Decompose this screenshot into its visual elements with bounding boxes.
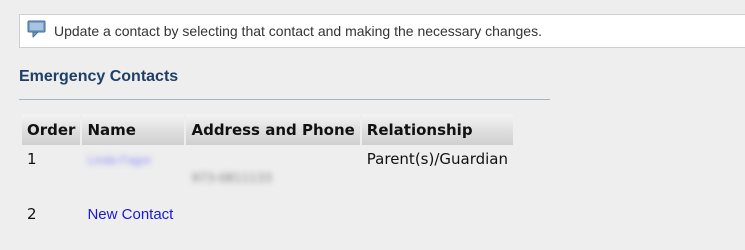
column-header-address-phone: Address and Phone (186, 114, 360, 145)
column-header-name: Name (82, 114, 185, 145)
column-header-order: Order (22, 114, 81, 145)
contact-name-link[interactable]: Linda Fagor (87, 153, 151, 167)
relationship-cell (362, 200, 513, 232)
info-banner: Update a contact by selecting that conta… (19, 14, 745, 48)
table-header-row: Order Name Address and Phone Relationshi… (22, 114, 514, 145)
column-header-relationship: Relationship (361, 114, 514, 145)
section-title: Emergency Contacts (19, 68, 179, 85)
name-cell: New Contact (82, 200, 184, 232)
address-phone-cell (186, 200, 359, 232)
order-cell: 1 (27, 150, 37, 168)
comment-icon (27, 20, 47, 38)
address-phone-cell: 973-0811133 (186, 145, 359, 200)
section-divider (19, 99, 550, 100)
table-row: 2 New Contact (22, 200, 513, 232)
table-row: 1 Linda Fagor 973-0811133 Parent(s)/Guar… (22, 145, 513, 200)
order-cell: 2 (27, 205, 37, 223)
phone-number: 973-0811133 (191, 171, 273, 185)
info-message: Update a contact by selecting that conta… (54, 23, 542, 39)
emergency-contacts-table: Order Name Address and Phone Relationshi… (20, 114, 515, 232)
relationship-cell: Parent(s)/Guardian (366, 150, 509, 168)
name-cell: Linda Fagor (82, 145, 184, 200)
new-contact-link[interactable]: New Contact (87, 206, 173, 223)
